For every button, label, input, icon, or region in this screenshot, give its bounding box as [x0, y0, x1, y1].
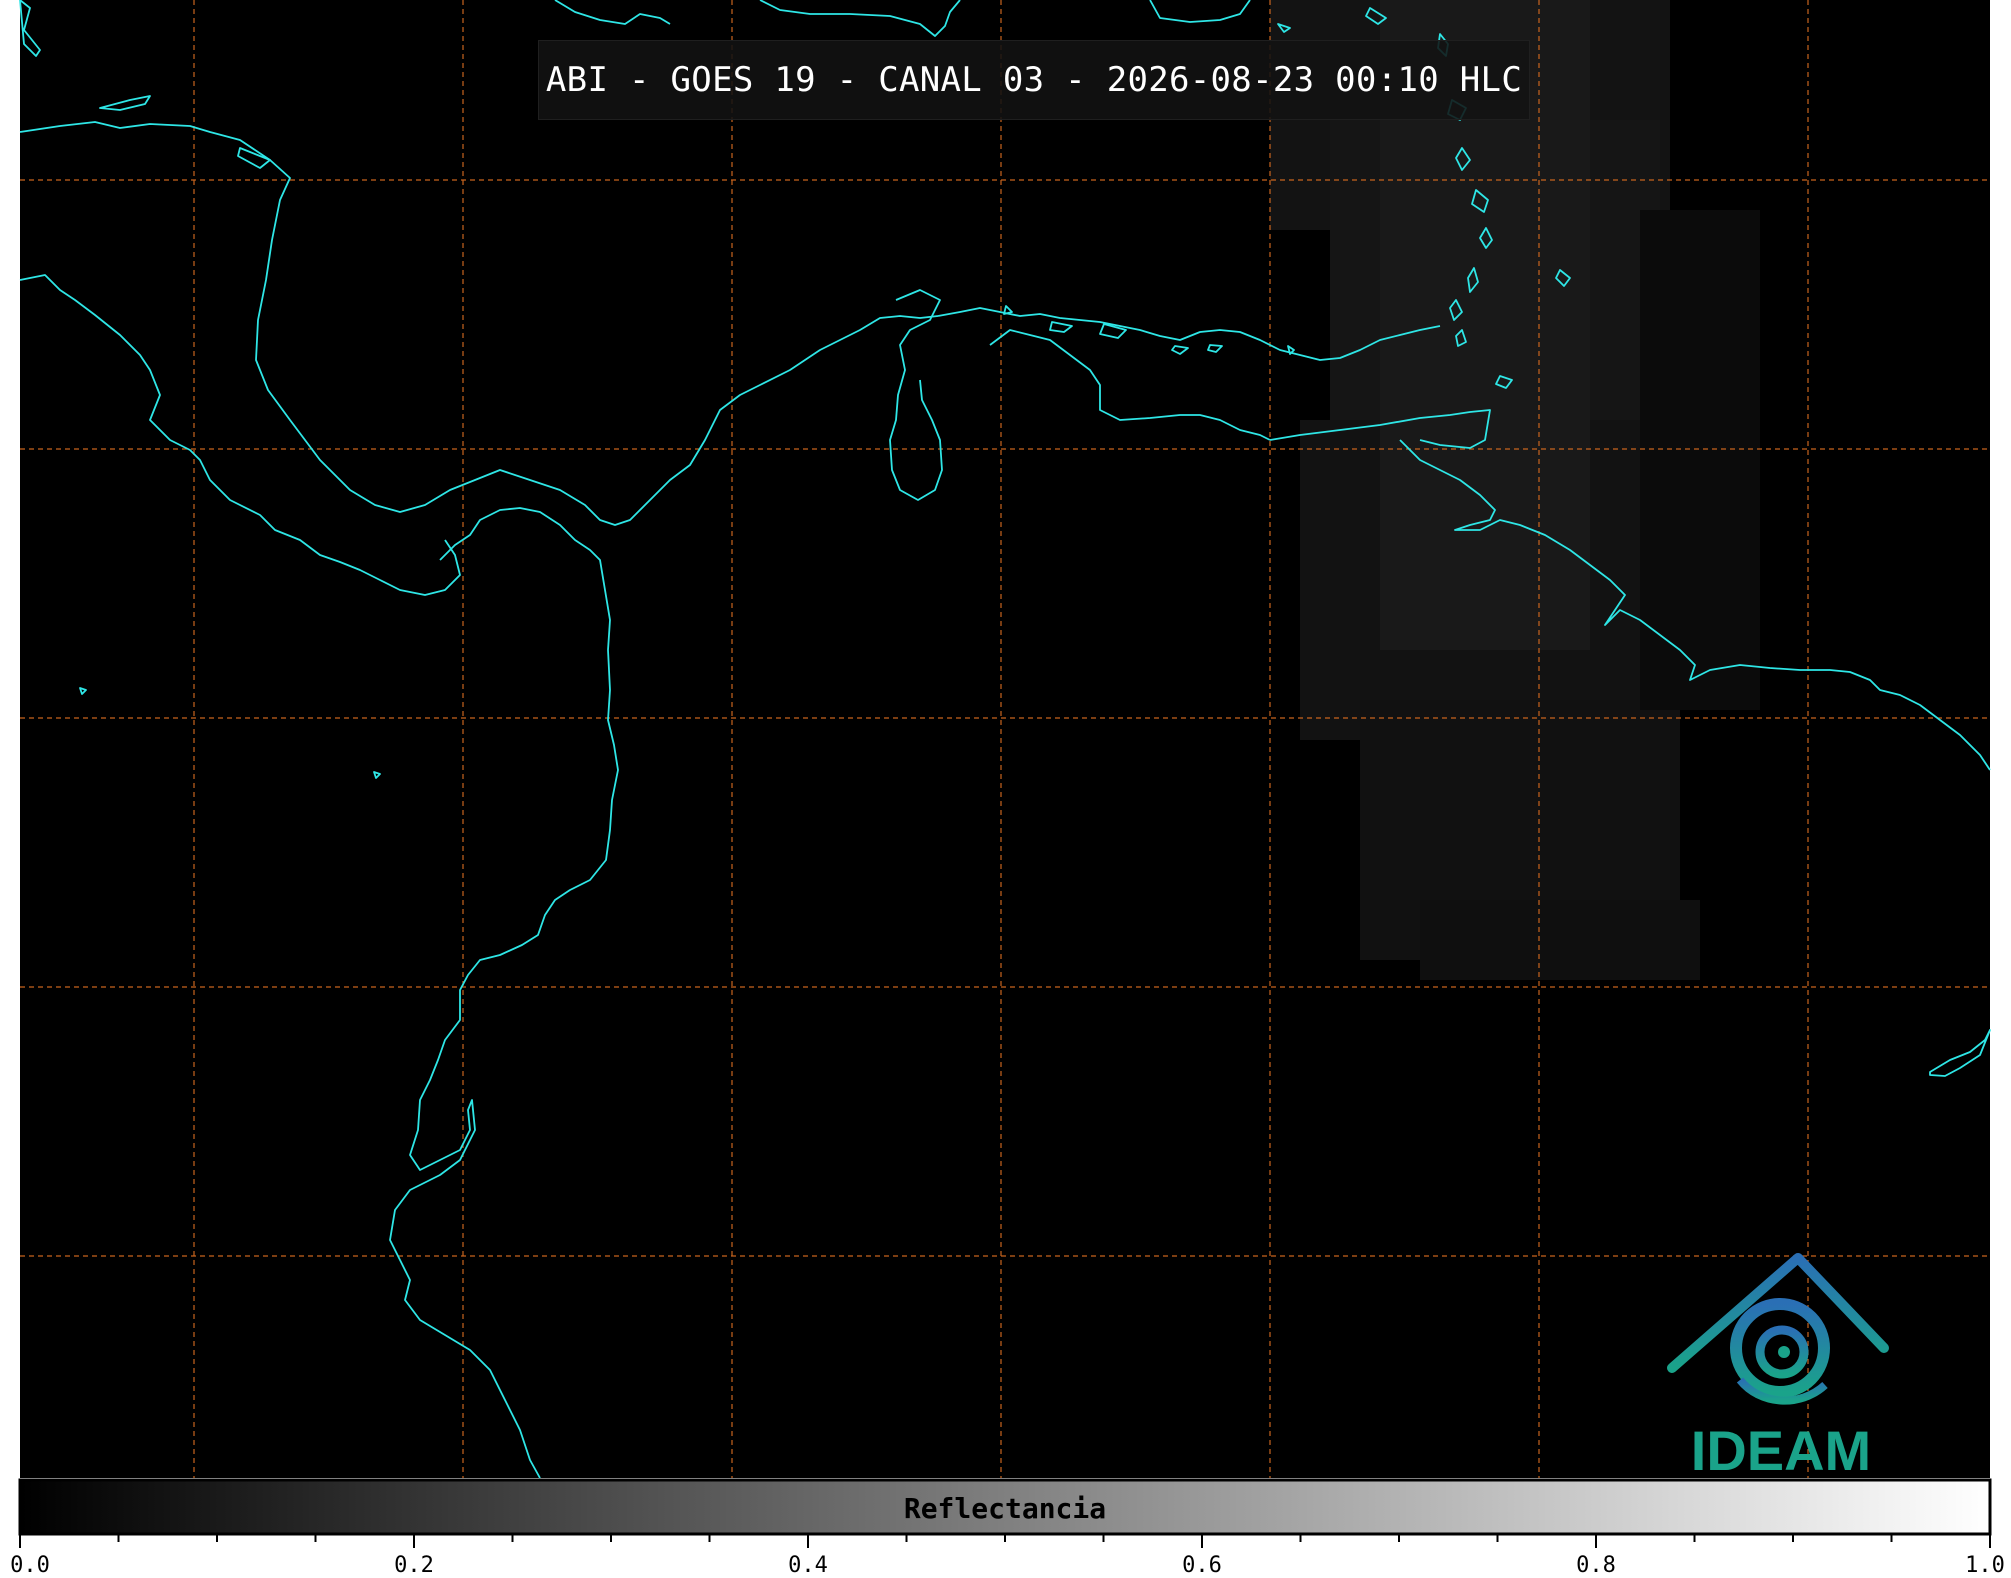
colorbar-tick-4: 0.8	[1576, 1553, 1616, 1578]
colorbar-tick-2: 0.4	[788, 1553, 828, 1578]
colorbar	[18, 1478, 1992, 1548]
map-title: ABI - GOES 19 - CANAL 03 - 2026-08-23 00…	[538, 40, 1530, 120]
satellite-map	[0, 0, 2011, 1577]
colorbar-tick-5: 1.0	[1965, 1553, 2005, 1578]
colorbar-tick-3: 0.6	[1182, 1553, 1222, 1578]
ideam-logo-text: IDEAM	[1690, 1419, 1872, 1482]
colorbar-tick-1: 0.2	[394, 1553, 434, 1578]
colorbar-tick-0: 0.0	[10, 1553, 50, 1578]
